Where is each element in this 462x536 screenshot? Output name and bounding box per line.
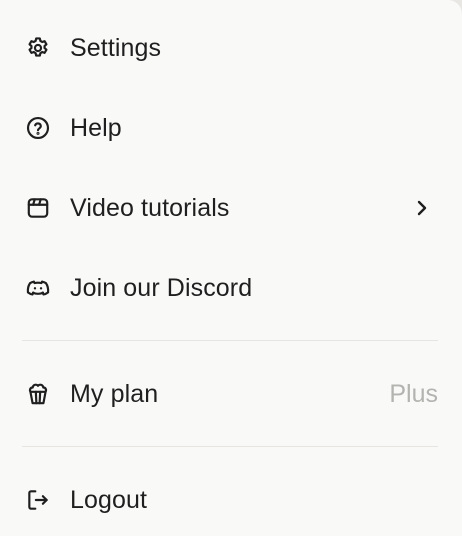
- menu-item-help[interactable]: Help: [0, 100, 462, 156]
- menu-item-label: Help: [70, 114, 122, 142]
- menu-item-label: Logout: [70, 486, 148, 514]
- menu-item-label: Settings: [70, 34, 162, 62]
- chevron-right-icon: [412, 198, 432, 218]
- account-menu: Settings Help Video tutorials Join our D…: [0, 0, 462, 536]
- help-circle-icon: [24, 114, 52, 142]
- menu-divider: [22, 446, 438, 447]
- video-clapper-icon: [24, 194, 52, 222]
- menu-item-my-plan[interactable]: My plan Plus: [0, 366, 462, 422]
- gear-icon: [24, 34, 52, 62]
- plan-tier-value: Plus: [389, 380, 438, 408]
- logout-icon: [24, 486, 52, 514]
- menu-item-logout[interactable]: Logout: [0, 472, 462, 528]
- popcorn-icon: [24, 380, 52, 408]
- menu-item-label: Video tutorials: [70, 194, 230, 222]
- discord-icon: [24, 274, 52, 302]
- menu-item-discord[interactable]: Join our Discord: [0, 260, 462, 316]
- menu-item-label: My plan: [70, 380, 159, 408]
- menu-item-video-tutorials[interactable]: Video tutorials: [0, 180, 462, 236]
- menu-item-label: Join our Discord: [70, 274, 253, 302]
- menu-item-settings[interactable]: Settings: [0, 20, 462, 76]
- menu-divider: [22, 340, 438, 341]
